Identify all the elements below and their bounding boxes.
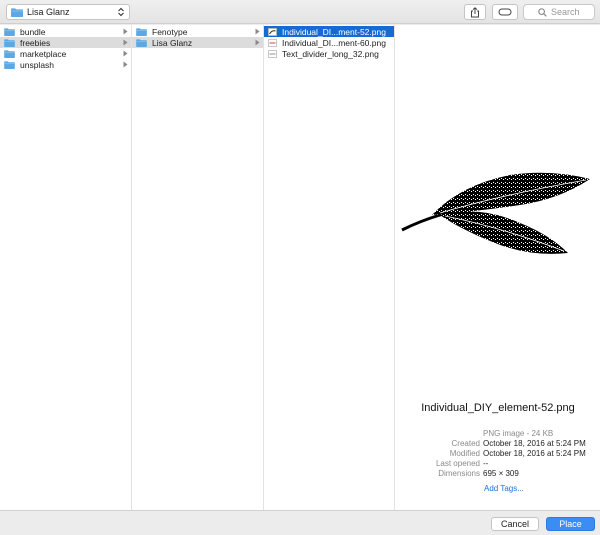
share-icon [471,6,479,17]
folder-icon [4,27,15,36]
kind-value: PNG image - 24 KB [483,429,554,438]
list-item[interactable]: unsplash [0,59,131,70]
meta-dimensions: Dimensions 695 × 309 [396,469,600,479]
search-input[interactable] [551,7,591,17]
chevron-right-icon [255,39,260,46]
meta-kind: PNG image - 24 KB [396,429,600,439]
search-icon [538,7,547,17]
meta-created: Created October 18, 2016 at 5:24 PM [396,439,600,449]
dimensions-label: Dimensions [438,469,480,478]
list-item-label: Text_divider_long_32.png [282,48,379,59]
search-field[interactable] [523,4,595,20]
toolbar: Lisa Glanz [0,0,600,24]
list-item[interactable]: marketplace [0,48,131,59]
modified-value: October 18, 2016 at 5:24 PM [483,449,586,458]
folder-icon [136,27,147,36]
leaf-illustration [401,172,590,254]
meta-last-opened: Last opened -- [396,459,600,469]
list-item[interactable]: bundle [0,26,131,37]
folder-icon [4,60,15,69]
column-3[interactable]: Individual_DI...ment-52.png Individual_D… [264,25,395,510]
column-2[interactable]: Fenotype Lisa Glanz [132,25,264,510]
location-popup[interactable]: Lisa Glanz [6,4,130,20]
dimensions-value: 695 × 309 [483,469,519,478]
folder-icon [4,49,15,58]
chevron-right-icon [123,39,128,46]
list-item[interactable]: freebies [0,37,131,48]
list-item[interactable]: Individual_DI...ment-60.png [264,37,394,48]
cancel-button[interactable]: Cancel [491,517,539,531]
list-item-label: bundle [20,26,46,37]
preview-filename: Individual_DIY_element-52.png [421,402,575,414]
updown-arrows-icon [118,7,124,17]
image-file-icon [268,27,277,36]
file-metadata: PNG image - 24 KB Created October 18, 20… [396,429,600,479]
modified-label: Modified [449,449,480,458]
chevron-right-icon [123,61,128,68]
image-file-icon [268,38,277,47]
meta-modified: Modified October 18, 2016 at 5:24 PM [396,449,600,459]
list-item-label: marketplace [20,48,67,59]
chevron-right-icon [123,50,128,57]
tag-icon [498,8,512,16]
column-1[interactable]: bundle freebies marketplace unsplash [0,25,132,510]
share-button[interactable] [464,4,486,20]
list-item-label: unsplash [20,59,55,70]
list-item-label: freebies [20,37,51,48]
image-file-icon [268,49,277,58]
place-button[interactable]: Place [546,517,595,531]
list-item[interactable]: Fenotype [132,26,263,37]
last-opened-value: -- [483,459,489,468]
list-item-label: Individual_DI...ment-52.png [282,26,386,37]
chevron-right-icon [123,28,128,35]
dialog-footer: Cancel Place [0,510,600,535]
column-browser: bundle freebies marketplace unsplash Fen… [0,25,600,510]
created-value: October 18, 2016 at 5:24 PM [483,439,586,448]
list-item[interactable]: Text_divider_long_32.png [264,48,394,59]
chevron-right-icon [255,28,260,35]
add-tags-link[interactable]: Add Tags... [484,484,524,493]
folder-icon [136,38,147,47]
list-item[interactable]: Individual_DI...ment-52.png [264,26,394,37]
created-label: Created [451,439,480,448]
list-item-label: Fenotype [152,26,188,37]
tag-button[interactable] [492,4,518,20]
list-item[interactable]: Lisa Glanz [132,37,263,48]
last-opened-label: Last opened [435,459,480,468]
list-item-label: Individual_DI...ment-60.png [282,37,386,48]
folder-icon [4,38,15,47]
location-label: Lisa Glanz [27,7,70,17]
preview-pane: Individual_DIY_element-52.png PNG image … [396,25,600,510]
folder-icon [11,7,23,17]
list-item-label: Lisa Glanz [152,37,193,48]
